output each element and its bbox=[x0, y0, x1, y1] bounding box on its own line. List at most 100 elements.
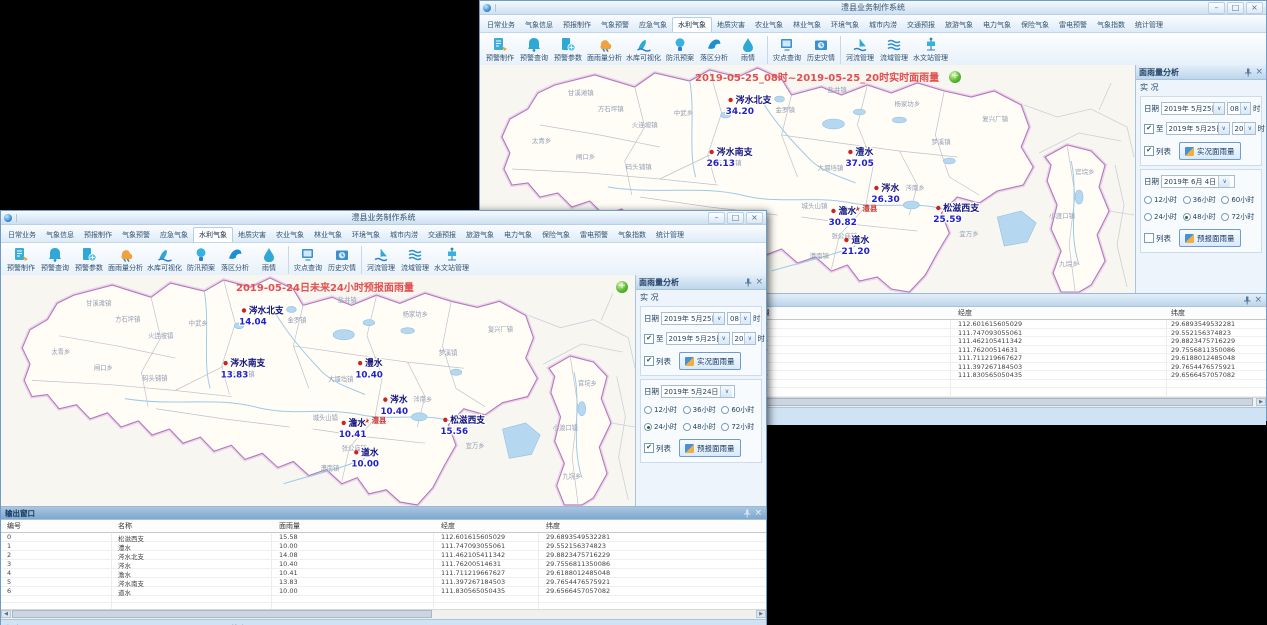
radio-24小时[interactable]: 24小时 bbox=[644, 422, 681, 432]
pin-icon[interactable] bbox=[744, 278, 752, 287]
tab-统计管理[interactable]: 统计管理 bbox=[651, 228, 689, 242]
to-checkbox[interactable]: ✔ bbox=[644, 334, 654, 344]
radio-60小时[interactable]: 60小时 bbox=[721, 405, 758, 415]
toolbar-预警参数[interactable]: 预警参数 bbox=[72, 247, 106, 273]
radio-72小时[interactable]: 72小时 bbox=[721, 422, 758, 432]
toolbar-预警查询[interactable]: 预警查询 bbox=[517, 37, 551, 63]
tab-气象指数[interactable]: 气象指数 bbox=[1092, 18, 1130, 32]
tab-气象预警[interactable]: 气象预警 bbox=[596, 18, 634, 32]
radio-12小时[interactable]: 12小时 bbox=[644, 405, 681, 415]
toolbar-落区分析[interactable]: 落区分析 bbox=[218, 247, 252, 273]
tab-应急气象[interactable]: 应急气象 bbox=[155, 228, 193, 242]
panel-header[interactable]: 面雨量分析× bbox=[636, 275, 766, 290]
live-list-checkbox[interactable]: ✔ bbox=[644, 356, 654, 366]
toolbar-历史灾情[interactable]: 历史灾情 bbox=[804, 37, 838, 63]
live-rainfall-button[interactable]: 实况面雨量 bbox=[679, 352, 741, 370]
tab-农业气象[interactable]: 农业气象 bbox=[750, 18, 788, 32]
toolbar-落区分析[interactable]: 落区分析 bbox=[697, 37, 731, 63]
tab-林业气象[interactable]: 林业气象 bbox=[309, 228, 347, 242]
forecast-list-checkbox[interactable]: ✔ bbox=[644, 443, 654, 453]
to-checkbox[interactable]: ✔ bbox=[1144, 124, 1154, 134]
radio-48小时[interactable]: 48小时 bbox=[683, 422, 720, 432]
toolbar-预警参数[interactable]: 预警参数 bbox=[551, 37, 585, 63]
tab-应急气象[interactable]: 应急气象 bbox=[634, 18, 672, 32]
scroll-right-icon[interactable]: ▶ bbox=[1256, 398, 1266, 406]
close-icon[interactable]: × bbox=[755, 278, 763, 286]
toolbar-雨情[interactable]: 雨情 bbox=[731, 37, 765, 63]
horizontal-scrollbar[interactable]: ◀ ▶ bbox=[1, 609, 766, 619]
tab-预报制作[interactable]: 预报制作 bbox=[79, 228, 117, 242]
forecast-date-combo[interactable]: 2019年 5月24日∨ bbox=[661, 385, 735, 398]
forecast-list-checkbox[interactable] bbox=[1144, 233, 1154, 243]
live-hour-from-combo[interactable]: 08∨ bbox=[727, 312, 751, 325]
radio-12小时[interactable]: 12小时 bbox=[1144, 195, 1181, 205]
toolbar-流域管理[interactable]: 流域管理 bbox=[398, 247, 432, 273]
panel-header[interactable]: 面雨量分析× bbox=[1136, 65, 1266, 80]
tab-预报制作[interactable]: 预报制作 bbox=[558, 18, 596, 32]
close-icon[interactable]: × bbox=[1254, 296, 1262, 304]
toolbar-河流管理[interactable]: 河流管理 bbox=[364, 247, 398, 273]
tab-电力气象[interactable]: 电力气象 bbox=[978, 18, 1016, 32]
tab-日常业务[interactable]: 日常业务 bbox=[482, 18, 520, 32]
toolbar-灾点查询[interactable]: 灾点查询 bbox=[770, 37, 804, 63]
toolbar-水库可视化[interactable]: 水库可视化 bbox=[624, 37, 663, 63]
toolbar-预警制作[interactable]: 预警制作 bbox=[4, 247, 38, 273]
tab-旅游气象[interactable]: 旅游气象 bbox=[940, 18, 978, 32]
tab-统计管理[interactable]: 统计管理 bbox=[1130, 18, 1168, 32]
tab-旅游气象[interactable]: 旅游气象 bbox=[461, 228, 499, 242]
tab-气象信息[interactable]: 气象信息 bbox=[520, 18, 558, 32]
title-bar[interactable]: 澧县业务制作系统 – □ × bbox=[1, 211, 766, 225]
toolbar-水文站管理[interactable]: 水文站管理 bbox=[911, 37, 950, 63]
minimize-button[interactable]: – bbox=[708, 212, 725, 224]
tab-地质灾害[interactable]: 地质灾害 bbox=[233, 228, 271, 242]
table-row[interactable]: 0松滋西支15.58112.60161560502929.68935495322… bbox=[1, 533, 766, 542]
live-date-from-combo[interactable]: 2019年 5月25日∨ bbox=[661, 312, 725, 325]
tab-农业气象[interactable]: 农业气象 bbox=[271, 228, 309, 242]
table-row[interactable]: 6道水10.00111.83056505043529.6566457057082 bbox=[1, 587, 766, 596]
pin-icon[interactable] bbox=[743, 509, 751, 518]
tab-保险气象[interactable]: 保险气象 bbox=[1016, 18, 1054, 32]
forecast-rainfall-button[interactable]: 预报面雨量 bbox=[679, 439, 741, 457]
locate-button[interactable]: + bbox=[616, 281, 628, 293]
tab-城市内涝[interactable]: 城市内涝 bbox=[864, 18, 902, 32]
tab-水利气象[interactable]: 水利气象 bbox=[672, 17, 712, 32]
tab-保险气象[interactable]: 保险气象 bbox=[537, 228, 575, 242]
tab-交通预报[interactable]: 交通预报 bbox=[902, 18, 940, 32]
tab-气象指数[interactable]: 气象指数 bbox=[613, 228, 651, 242]
scroll-right-icon[interactable]: ▶ bbox=[756, 610, 766, 618]
scroll-left-icon[interactable]: ◀ bbox=[1, 610, 11, 618]
live-hour-to-combo[interactable]: 20∨ bbox=[1232, 122, 1256, 135]
tab-环境气象[interactable]: 环境气象 bbox=[826, 18, 864, 32]
tab-林业气象[interactable]: 林业气象 bbox=[788, 18, 826, 32]
toolbar-防汛预案[interactable]: 防汛预案 bbox=[184, 247, 218, 273]
tab-地质灾害[interactable]: 地质灾害 bbox=[712, 18, 750, 32]
close-icon[interactable]: × bbox=[1255, 68, 1263, 76]
toolbar-预警制作[interactable]: 预警制作 bbox=[483, 37, 517, 63]
toolbar-灾点查询[interactable]: 灾点查询 bbox=[291, 247, 325, 273]
toolbar-预警查询[interactable]: 预警查询 bbox=[38, 247, 72, 273]
tab-交通预报[interactable]: 交通预报 bbox=[423, 228, 461, 242]
dock-header[interactable]: 输出窗口 × bbox=[1, 507, 766, 520]
toolbar-河流管理[interactable]: 河流管理 bbox=[843, 37, 877, 63]
toolbar-历史灾情[interactable]: 历史灾情 bbox=[325, 247, 359, 273]
tab-气象预警[interactable]: 气象预警 bbox=[117, 228, 155, 242]
table-row[interactable]: 2涔水北支14.08111.46210541134229.88234757162… bbox=[1, 551, 766, 560]
tab-雷电预警[interactable]: 雷电预警 bbox=[1054, 18, 1092, 32]
tab-城市内涝[interactable]: 城市内涝 bbox=[385, 228, 423, 242]
radio-72小时[interactable]: 72小时 bbox=[1221, 212, 1258, 222]
tab-电力气象[interactable]: 电力气象 bbox=[499, 228, 537, 242]
radio-36小时[interactable]: 36小时 bbox=[1183, 195, 1220, 205]
live-date-to-combo[interactable]: 2019年 5月25日∨ bbox=[1166, 122, 1230, 135]
close-button[interactable]: × bbox=[1246, 2, 1263, 14]
live-date-to-combo[interactable]: 2019年 5月25日∨ bbox=[666, 332, 730, 345]
tab-雷电预警[interactable]: 雷电预警 bbox=[575, 228, 613, 242]
forecast-date-combo[interactable]: 2019年 6月 4日∨ bbox=[1161, 175, 1235, 188]
pin-icon[interactable] bbox=[1244, 68, 1252, 77]
table-row[interactable]: 4澹水10.41111.71121966762729.6188012485048 bbox=[1, 569, 766, 578]
close-icon[interactable]: × bbox=[754, 509, 762, 517]
toolbar-雨情[interactable]: 雨情 bbox=[252, 247, 286, 273]
toolbar-水库可视化[interactable]: 水库可视化 bbox=[145, 247, 184, 273]
radio-36小时[interactable]: 36小时 bbox=[683, 405, 720, 415]
tab-水利气象[interactable]: 水利气象 bbox=[193, 227, 233, 242]
tab-环境气象[interactable]: 环境气象 bbox=[347, 228, 385, 242]
